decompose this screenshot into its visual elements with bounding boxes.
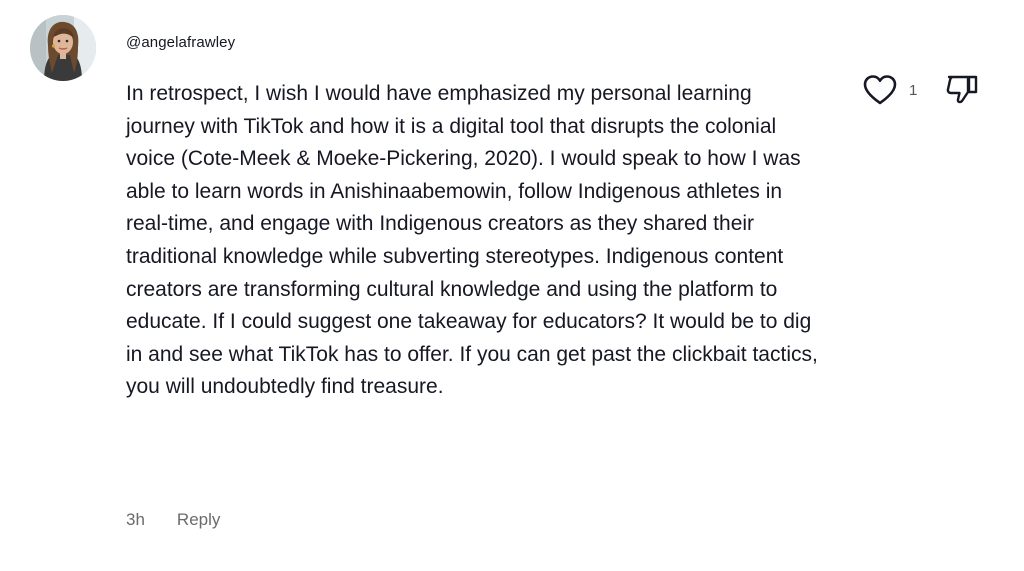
dislike-button[interactable] <box>945 74 979 106</box>
like-button[interactable]: 1 <box>862 74 917 106</box>
thumbs-down-icon <box>947 75 978 104</box>
comment-meta: 3h Reply <box>126 510 220 530</box>
avatar[interactable] <box>30 15 96 81</box>
comment-actions: 1 <box>862 72 979 108</box>
comment-item: @angelafrawley In retrospect, I wish I w… <box>0 0 1024 571</box>
timestamp: 3h <box>126 510 145 529</box>
username[interactable]: @angelafrawley <box>126 34 235 51</box>
reply-button[interactable]: Reply <box>177 510 220 530</box>
like-count: 1 <box>909 81 918 99</box>
heart-icon <box>863 75 897 105</box>
comment-text: In retrospect, I wish I would have empha… <box>126 82 818 399</box>
user-avatar-icon <box>30 15 96 81</box>
